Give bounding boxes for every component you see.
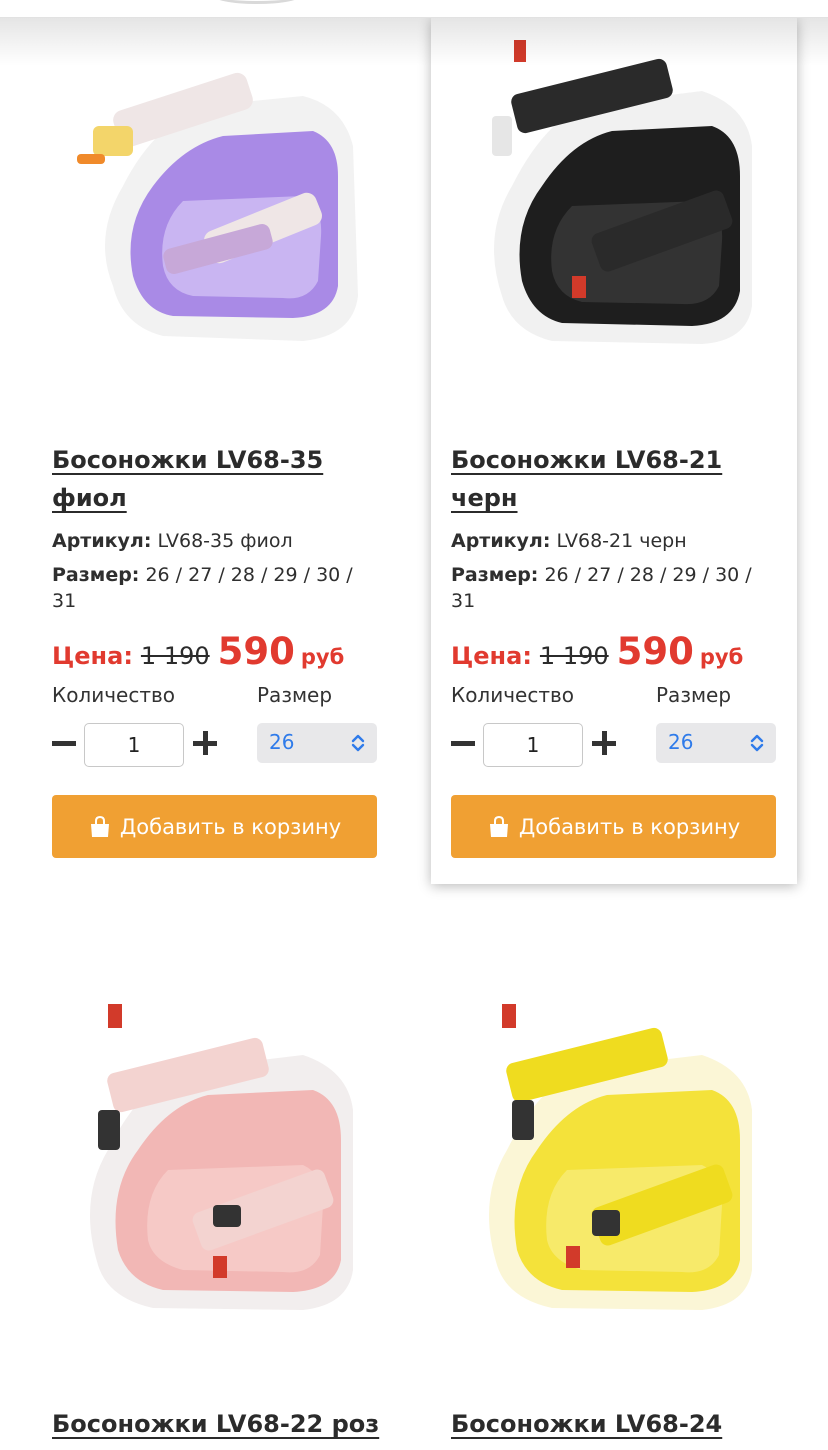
- article-value: LV68-21 черн: [556, 530, 687, 552]
- sizes-label: Размер:: [451, 564, 539, 586]
- quantity-decrease-button[interactable]: [451, 731, 477, 757]
- size-select[interactable]: 26: [656, 723, 776, 763]
- add-to-cart-label: Добавить в корзину: [119, 814, 342, 839]
- size-select[interactable]: 26: [257, 723, 377, 763]
- size-select-value: 26: [269, 730, 295, 754]
- quantity-increase-button[interactable]: [592, 731, 618, 757]
- size-select-label: Размер: [656, 683, 732, 707]
- price-row: Цена: 1 190 590 руб: [451, 630, 781, 674]
- price-row: Цена: 1 190 590 руб: [52, 630, 382, 674]
- product-image[interactable]: [53, 1000, 375, 1322]
- product-title-link[interactable]: Босоножки LV68-21 черн: [451, 441, 773, 517]
- quantity-label: Количество: [52, 683, 176, 707]
- sandal-image: [452, 1000, 774, 1322]
- product-title-link[interactable]: Босоножки LV68-24: [451, 1405, 773, 1443]
- quantity-input[interactable]: [483, 723, 583, 767]
- add-to-cart-label: Добавить в корзину: [518, 814, 741, 839]
- sizes-label: Размер:: [52, 564, 140, 586]
- product-image[interactable]: [452, 1000, 774, 1322]
- top-header-bar: [0, 0, 828, 18]
- product-image[interactable]: [452, 36, 774, 358]
- article-label: Артикул:: [52, 530, 152, 552]
- quantity-decrease-button[interactable]: [52, 731, 78, 757]
- currency: руб: [300, 645, 345, 669]
- sandal-image: [53, 1000, 375, 1322]
- article-label: Артикул:: [451, 530, 551, 552]
- sizes-line: Размер: 26 / 27 / 28 / 29 / 30 / 31: [52, 562, 370, 614]
- shopping-bag-icon: [90, 815, 109, 837]
- price-label: Цена:: [451, 642, 532, 670]
- product-title-link[interactable]: Босоножки LV68-22 роз: [52, 1405, 392, 1443]
- select-arrows-icon: [351, 734, 365, 752]
- sizes-line: Размер: 26 / 27 / 28 / 29 / 30 / 31: [451, 562, 769, 614]
- quantity-input[interactable]: [84, 723, 184, 767]
- add-to-cart-button[interactable]: Добавить в корзину: [451, 795, 776, 858]
- product-image[interactable]: [53, 36, 375, 358]
- quantity-label: Количество: [451, 683, 575, 707]
- select-arrows-icon: [750, 734, 764, 752]
- product-title-link[interactable]: Босоножки LV68-35 фиол: [52, 441, 374, 517]
- article-line: Артикул: LV68-21 черн: [451, 528, 773, 554]
- sandal-image: [53, 36, 375, 358]
- size-select-value: 26: [668, 730, 694, 754]
- currency: руб: [699, 645, 744, 669]
- add-to-cart-button[interactable]: Добавить в корзину: [52, 795, 377, 858]
- article-value: LV68-35 фиол: [157, 530, 293, 552]
- sandal-image: [452, 36, 774, 358]
- size-select-label: Размер: [257, 683, 333, 707]
- article-line: Артикул: LV68-35 фиол: [52, 528, 374, 554]
- shopping-bag-icon: [489, 815, 508, 837]
- old-price: 1 190: [539, 642, 609, 670]
- old-price: 1 190: [140, 642, 210, 670]
- header-logo-edge: [212, 0, 302, 4]
- new-price: 590: [616, 630, 694, 673]
- new-price: 590: [217, 630, 295, 673]
- price-label: Цена:: [52, 642, 133, 670]
- quantity-increase-button[interactable]: [193, 731, 219, 757]
